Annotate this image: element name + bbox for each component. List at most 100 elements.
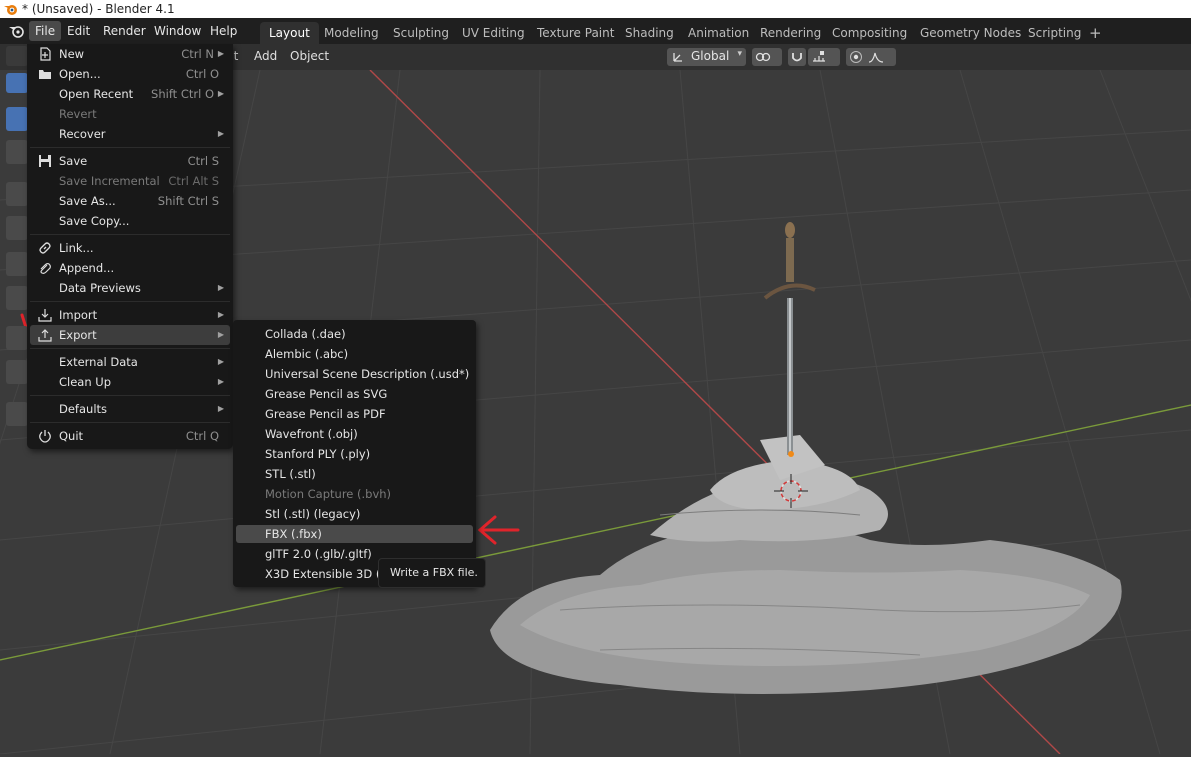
window-title: * (Unsaved) - Blender 4.1 bbox=[22, 2, 175, 16]
menu-item-export[interactable]: Export ▶ bbox=[30, 325, 230, 345]
menu-render[interactable]: Render bbox=[97, 21, 152, 41]
proportional-editing-group[interactable] bbox=[846, 48, 896, 66]
export-grease-pencil-pdf[interactable]: Grease Pencil as PDF bbox=[236, 405, 473, 423]
menu-item-data-previews[interactable]: Data Previews ▶ bbox=[30, 278, 230, 298]
menu-separator bbox=[30, 301, 230, 302]
tab-sculpting[interactable]: Sculpting bbox=[384, 22, 458, 44]
menu-file[interactable]: File bbox=[29, 21, 62, 41]
menu-edit[interactable]: Edit bbox=[61, 21, 96, 41]
new-file-icon bbox=[40, 47, 51, 61]
select-tool-icon[interactable] bbox=[6, 107, 28, 131]
menu-item-save[interactable]: Save Ctrl S bbox=[30, 151, 230, 171]
menu-item-save-incremental[interactable]: Save Incremental Ctrl Alt S bbox=[30, 171, 230, 191]
save-icon bbox=[39, 155, 51, 167]
import-icon bbox=[38, 309, 52, 322]
menu-help[interactable]: Help bbox=[204, 21, 243, 41]
power-icon bbox=[39, 430, 51, 443]
tab-geometry-nodes[interactable]: Geometry Nodes bbox=[911, 22, 1030, 44]
menu-separator bbox=[30, 234, 230, 235]
proportional-edit-icon bbox=[850, 51, 862, 63]
tab-texture-paint[interactable]: Texture Paint bbox=[528, 22, 623, 44]
magnet-icon bbox=[792, 53, 802, 62]
export-icon bbox=[38, 329, 52, 342]
export-stl[interactable]: STL (.stl) bbox=[236, 465, 473, 483]
cursor-tool-icon[interactable] bbox=[6, 140, 28, 164]
menu-item-link[interactable]: Link... bbox=[30, 238, 230, 258]
menu-item-import[interactable]: Import ▶ bbox=[30, 305, 230, 325]
menu-item-append[interactable]: Append... bbox=[30, 258, 230, 278]
submenu-arrow-icon: ▶ bbox=[217, 377, 224, 386]
window-title-bar: * (Unsaved) - Blender 4.1 bbox=[0, 0, 1191, 18]
menu-item-new[interactable]: New Ctrl N ▶ bbox=[30, 44, 230, 64]
file-menu-dropdown: New Ctrl N ▶ Open... Ctrl O Open Recent Shif… bbox=[27, 44, 233, 449]
export-wavefront-obj[interactable]: Wavefront (.obj) bbox=[236, 425, 473, 443]
submenu-arrow-icon: ▶ bbox=[217, 129, 224, 138]
select-box-tool-icon[interactable] bbox=[6, 73, 28, 93]
export-fbx[interactable]: FBX (.fbx) bbox=[236, 525, 473, 543]
annotate-tool-icon[interactable] bbox=[6, 326, 28, 350]
export-stl-legacy[interactable]: Stl (.stl) (legacy) bbox=[236, 505, 473, 523]
menu-item-open-recent[interactable]: Open Recent Shift Ctrl O ▶ bbox=[30, 84, 230, 104]
snap-toggle[interactable] bbox=[788, 48, 806, 66]
menu-item-defaults[interactable]: Defaults ▶ bbox=[30, 399, 230, 419]
export-usd[interactable]: Universal Scene Description (.usd*) bbox=[236, 365, 473, 383]
transform-tool-icon[interactable] bbox=[6, 286, 28, 310]
pivot-point-dropdown[interactable] bbox=[752, 48, 782, 66]
menu-item-external-data[interactable]: External Data ▶ bbox=[30, 352, 230, 372]
submenu-arrow-icon: ▶ bbox=[217, 310, 224, 319]
tab-rendering[interactable]: Rendering bbox=[751, 22, 830, 44]
tab-compositing[interactable]: Compositing bbox=[823, 22, 916, 44]
export-grease-pencil-svg[interactable]: Grease Pencil as SVG bbox=[236, 385, 473, 403]
measure-tool-icon[interactable] bbox=[6, 360, 28, 384]
add-cube-tool-icon[interactable] bbox=[6, 402, 28, 426]
add-workspace-button[interactable]: + bbox=[1089, 22, 1102, 44]
tab-uv-editing[interactable]: UV Editing bbox=[453, 22, 534, 44]
scale-tool-icon[interactable] bbox=[6, 252, 28, 276]
submenu-arrow-icon: ▶ bbox=[217, 49, 224, 58]
tab-layout[interactable]: Layout bbox=[260, 22, 319, 44]
orientation-axes-icon bbox=[673, 53, 682, 62]
rotate-tool-icon[interactable] bbox=[6, 216, 28, 240]
menu-item-recover[interactable]: Recover ▶ bbox=[30, 124, 230, 144]
export-motion-capture-bvh[interactable]: Motion Capture (.bvh) bbox=[236, 485, 473, 503]
menu-item-revert[interactable]: Revert bbox=[30, 104, 230, 124]
append-icon bbox=[40, 263, 51, 274]
menu-item-clean-up[interactable]: Clean Up ▶ bbox=[30, 372, 230, 392]
submenu-arrow-icon: ▶ bbox=[217, 404, 224, 413]
top-menu-bar: File Edit Render Window Help Layout Mode… bbox=[0, 18, 1191, 44]
move-tool-icon[interactable] bbox=[6, 182, 28, 206]
blender-menu-icon[interactable] bbox=[8, 24, 25, 38]
menu-item-open[interactable]: Open... Ctrl O bbox=[30, 64, 230, 84]
blender-logo-icon bbox=[4, 5, 17, 15]
falloff-curve-icon bbox=[868, 52, 884, 63]
export-collada[interactable]: Collada (.dae) bbox=[236, 325, 473, 343]
transform-orientation-dropdown[interactable]: Global ▾ bbox=[667, 48, 746, 66]
submenu-arrow-icon: ▶ bbox=[217, 357, 224, 366]
tool-settings-icon[interactable] bbox=[6, 46, 28, 66]
orientation-label: Global bbox=[691, 49, 730, 63]
link-icon bbox=[39, 242, 51, 254]
export-submenu: Collada (.dae) Alembic (.abc) Universal … bbox=[233, 320, 476, 587]
menu-item-save-copy[interactable]: Save Copy... bbox=[30, 211, 230, 231]
fbx-tooltip: Write a FBX file. bbox=[378, 558, 486, 588]
menu-item-quit[interactable]: Quit Ctrl Q bbox=[30, 426, 230, 446]
export-alembic[interactable]: Alembic (.abc) bbox=[236, 345, 473, 363]
header-object-menu[interactable]: Object bbox=[290, 49, 329, 63]
menu-separator bbox=[30, 422, 230, 423]
submenu-arrow-icon: ▶ bbox=[217, 89, 224, 98]
menu-window[interactable]: Window bbox=[148, 21, 207, 41]
tab-animation[interactable]: Animation bbox=[679, 22, 758, 44]
header-add-menu[interactable]: Add bbox=[254, 49, 277, 63]
chevron-down-icon: ▾ bbox=[737, 49, 742, 59]
submenu-arrow-icon: ▶ bbox=[217, 283, 224, 292]
export-stanford-ply[interactable]: Stanford PLY (.ply) bbox=[236, 445, 473, 463]
submenu-arrow-icon: ▶ bbox=[217, 330, 224, 339]
pivot-icon bbox=[755, 52, 771, 62]
tab-shading[interactable]: Shading bbox=[616, 22, 683, 44]
menu-item-save-as[interactable]: Save As... Shift Ctrl S bbox=[30, 191, 230, 211]
tab-scripting[interactable]: Scripting bbox=[1019, 22, 1090, 44]
snap-increment-icon bbox=[813, 51, 825, 62]
snap-target-dropdown[interactable] bbox=[808, 48, 840, 66]
menu-separator bbox=[30, 348, 230, 349]
tab-modeling[interactable]: Modeling bbox=[315, 22, 388, 44]
